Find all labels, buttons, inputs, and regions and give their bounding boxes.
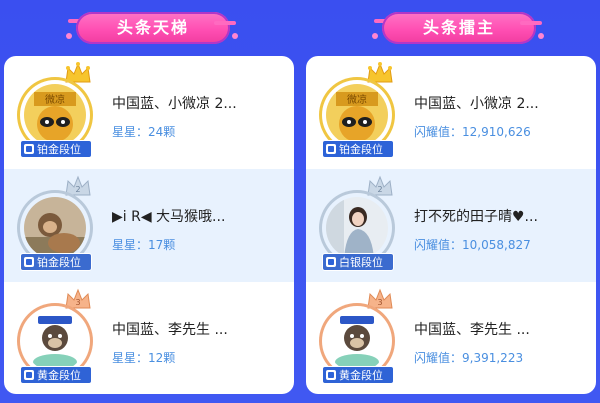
- user-name[interactable]: 打不死的田子晴♥...: [414, 207, 584, 227]
- rank-text: 铂金段位: [37, 143, 81, 156]
- crown-icon: [367, 62, 393, 83]
- champion-banner: 头条擂主: [372, 11, 544, 45]
- rank-label: 铂金段位: [322, 140, 394, 158]
- ladder-banner: 头条天梯: [66, 11, 238, 45]
- stat-label: 闪耀值：: [414, 238, 463, 252]
- rank-label: 黄金段位: [20, 366, 92, 384]
- svg-text:微凉: 微凉: [347, 93, 367, 106]
- stat-label: 星星：: [112, 125, 149, 139]
- stat-value: 24颗: [148, 125, 176, 139]
- ladder-title: 头条天梯: [116, 18, 189, 37]
- rank-badge: 3 黄金段位: [18, 288, 98, 388]
- user-name[interactable]: 中国蓝、小微凉 2...: [112, 94, 282, 114]
- champion-row[interactable]: 微凉 铂金段位 中国蓝、小微凉 2... 闪耀值：12,910,626: [306, 56, 596, 169]
- rank-icon: [326, 144, 336, 154]
- stat-value: 12颗: [148, 351, 176, 365]
- banner-decor-dot: [538, 33, 544, 39]
- banner-decor-stripe: [520, 21, 542, 25]
- shine-stat: 闪耀值：10,058,827: [414, 237, 584, 253]
- user-name[interactable]: 中国蓝、李先生 ...: [414, 320, 584, 340]
- champion-row[interactable]: 3 黄金段位 中国蓝、李先生 ... 闪耀值：9,391,223: [306, 282, 596, 394]
- rank-badge: 3 黄金段位: [320, 288, 400, 388]
- raccoon-avatar: 微凉: [326, 84, 388, 146]
- rank-icon: [326, 370, 336, 380]
- dog-avatar: [326, 310, 388, 372]
- rank-icon: [24, 144, 34, 154]
- ladder-row[interactable]: 3 黄金段位 中国蓝、李先生 ... 星星：12颗: [4, 282, 294, 394]
- svg-text:2: 2: [377, 185, 382, 194]
- crown-icon: 3: [65, 288, 91, 309]
- stat-value: 17颗: [148, 238, 176, 252]
- stat-value: 9,391,223: [462, 351, 524, 365]
- stars-stat: 星星：17颗: [112, 237, 282, 253]
- champion-title: 头条擂主: [422, 18, 495, 37]
- svg-text:3: 3: [377, 298, 382, 307]
- ladder-row[interactable]: 2 铂金段位 ▶i R◀ 大马猴哦... 星星：17颗: [4, 169, 294, 282]
- svg-text:微凉: 微凉: [45, 93, 65, 106]
- user-name[interactable]: 中国蓝、李先生 ...: [112, 320, 282, 340]
- dog-avatar: [24, 310, 86, 372]
- stat-label: 星星：: [112, 351, 149, 365]
- rank-badge: 微凉 铂金段位: [18, 62, 98, 162]
- shine-stat: 闪耀值：9,391,223: [414, 350, 584, 366]
- stat-label: 星星：: [112, 238, 149, 252]
- stat-label: 闪耀值：: [414, 351, 463, 365]
- rank-text: 铂金段位: [339, 143, 383, 156]
- ladder-row[interactable]: 微凉 铂金段位 中国蓝、小微凉 2... 星星：24颗: [4, 56, 294, 169]
- rank-text: 黄金段位: [339, 369, 383, 382]
- rank-badge: 2 白银段位: [320, 175, 400, 275]
- champion-row[interactable]: 2 白银段位 打不死的田子晴♥... 闪耀值：10,058,827: [306, 169, 596, 282]
- rank-icon: [326, 257, 336, 267]
- champion-panel: 微凉 铂金段位 中国蓝、小微凉 2... 闪耀值：12,910,626 2 白银…: [306, 56, 596, 394]
- crown-icon: 2: [65, 175, 91, 196]
- banner-decor-stripe: [214, 21, 236, 25]
- stars-stat: 星星：12颗: [112, 350, 282, 366]
- rank-badge: 2 铂金段位: [18, 175, 98, 275]
- rank-icon: [24, 370, 34, 380]
- user-name[interactable]: ▶i R◀ 大马猴哦...: [112, 207, 282, 227]
- banner-decor-dot: [232, 33, 238, 39]
- rank-text: 白银段位: [339, 256, 383, 269]
- monkey-avatar: [24, 197, 86, 259]
- crown-icon: 3: [367, 288, 393, 309]
- rank-text: 黄金段位: [37, 369, 81, 382]
- crown-icon: [65, 62, 91, 83]
- stat-value: 12,910,626: [462, 125, 531, 139]
- shine-stat: 闪耀值：12,910,626: [414, 124, 584, 140]
- ladder-panel: 微凉 铂金段位 中国蓝、小微凉 2... 星星：24颗 2 铂金段位 ▶i R◀…: [4, 56, 294, 394]
- rank-icon: [24, 257, 34, 267]
- rank-label: 铂金段位: [20, 140, 92, 158]
- stars-stat: 星星：24颗: [112, 124, 282, 140]
- svg-text:2: 2: [75, 185, 80, 194]
- leaderboard-stage: 头条天梯 头条擂主 微凉 铂金段位 中国蓝、小微凉 2... 星星：24颗 2 …: [0, 0, 600, 403]
- user-name[interactable]: 中国蓝、小微凉 2...: [414, 94, 584, 114]
- raccoon-avatar: 微凉: [24, 84, 86, 146]
- stat-value: 10,058,827: [462, 238, 531, 252]
- rank-label: 铂金段位: [20, 253, 92, 271]
- rank-text: 铂金段位: [37, 256, 81, 269]
- svg-text:3: 3: [75, 298, 80, 307]
- rank-badge: 微凉 铂金段位: [320, 62, 400, 162]
- portrait-avatar: [326, 197, 388, 259]
- rank-label: 白银段位: [322, 253, 394, 271]
- rank-label: 黄金段位: [322, 366, 394, 384]
- crown-icon: 2: [367, 175, 393, 196]
- stat-label: 闪耀值：: [414, 125, 463, 139]
